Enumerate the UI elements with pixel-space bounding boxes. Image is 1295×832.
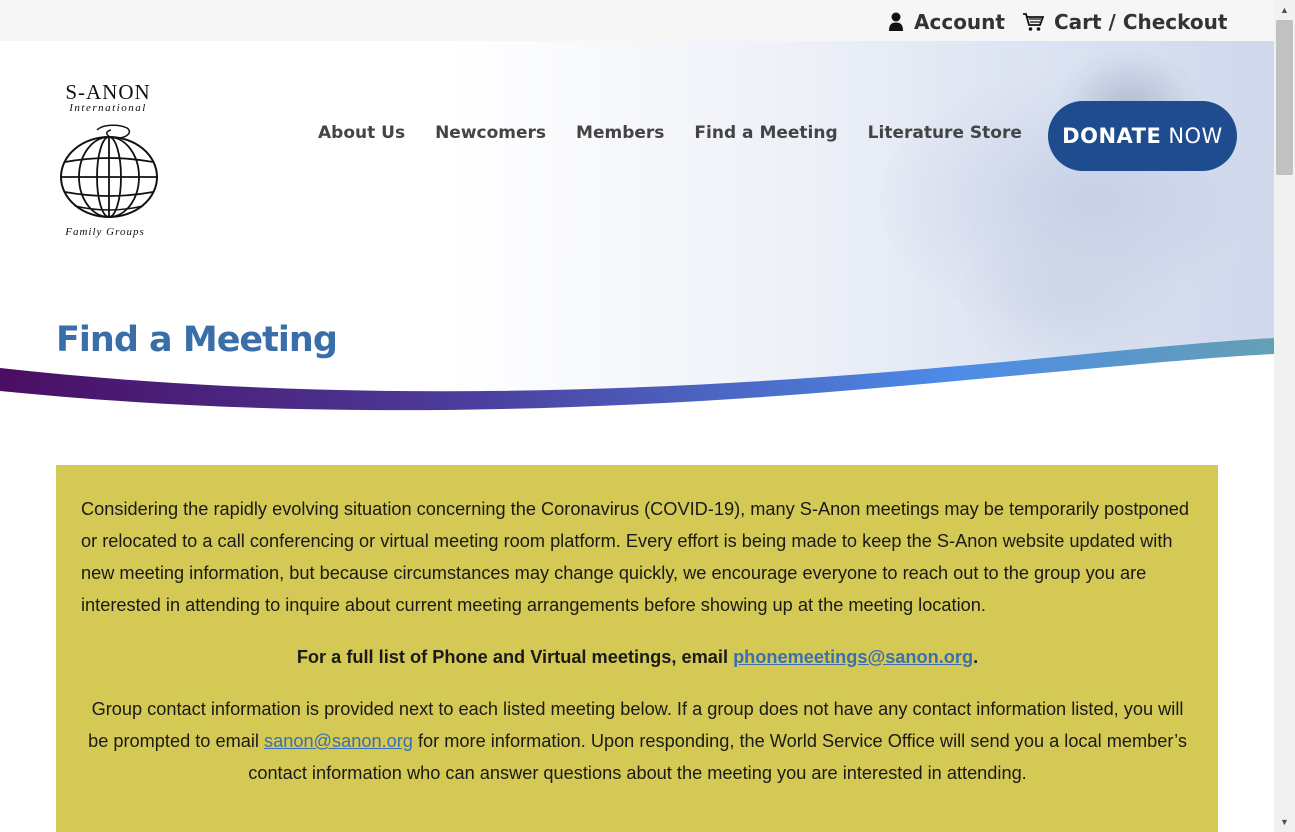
notice-paragraph: Considering the rapidly evolving situati…	[81, 499, 1189, 615]
scroll-down-arrow-icon[interactable]: ▼	[1274, 812, 1295, 832]
donate-now-button[interactable]: DONATE NOW	[1048, 101, 1237, 171]
notice-paragraph-phone-meetings: For a full list of Phone and Virtual mee…	[81, 641, 1194, 673]
user-icon	[889, 12, 903, 31]
hero-banner	[0, 41, 1274, 421]
phonemeetings-email-link[interactable]: phonemeetings@sanon.org	[733, 647, 973, 667]
page-scrollbar[interactable]: ▲ ▼	[1274, 0, 1295, 832]
scroll-up-arrow-icon[interactable]: ▲	[1274, 0, 1295, 20]
logo-tagline: Family Groups	[65, 226, 145, 238]
donate-label: DONATE	[1062, 124, 1162, 148]
account-label: Account	[914, 10, 1005, 34]
cart-icon	[1023, 13, 1044, 31]
nav-item-literature-store[interactable]: Literature Store	[868, 123, 1022, 143]
donate-label-suffix: NOW	[1168, 124, 1223, 148]
page-title: Find a Meeting	[56, 320, 338, 360]
site-logo[interactable]: S-ANON International Family Groups	[55, 80, 165, 242]
nav-item-members[interactable]: Members	[576, 123, 664, 143]
logo-subtitle: International	[69, 102, 147, 114]
notice-text-end: .	[973, 647, 979, 667]
nav-item-about-us[interactable]: About Us	[318, 123, 405, 143]
globe-icon	[60, 124, 158, 218]
cart-link[interactable]: Cart / Checkout	[1022, 10, 1227, 34]
account-link[interactable]: Account	[888, 10, 1005, 34]
hero-wave-divider	[0, 338, 1274, 421]
nav-item-newcomers[interactable]: Newcomers	[435, 123, 546, 143]
cart-label: Cart / Checkout	[1054, 10, 1228, 34]
utility-bar: Account Cart / Checkout	[0, 0, 1274, 41]
notice-text: For a full list of Phone and Virtual mee…	[296, 647, 734, 667]
scrollbar-thumb[interactable]	[1276, 20, 1293, 175]
main-navigation: About Us Newcomers Members Find a Meetin…	[318, 123, 1052, 143]
notice-paragraph-contact-info: Group contact information is provided ne…	[81, 693, 1194, 789]
nav-item-find-a-meeting[interactable]: Find a Meeting	[694, 123, 837, 143]
sanon-email-link[interactable]: sanon@sanon.org	[264, 731, 413, 751]
covid-notice-box: Considering the rapidly evolving situati…	[56, 465, 1218, 832]
